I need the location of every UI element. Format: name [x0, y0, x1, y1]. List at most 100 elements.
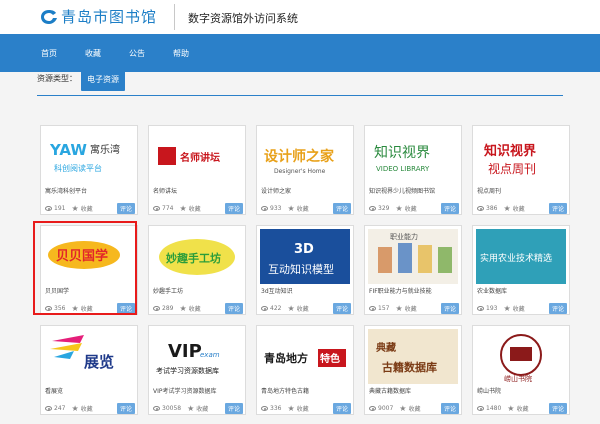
thumb-text: 互动知识模型	[268, 262, 334, 276]
resource-card[interactable]: 青岛地方 特色 青岛地方特色古籍 336 ★ 收藏 评论	[256, 325, 354, 415]
star-icon: ★	[187, 403, 195, 413]
favorite-button[interactable]: ★ 收藏	[507, 404, 528, 413]
thumb-text: 名师讲坛	[180, 151, 220, 164]
resource-card[interactable]: 实用农业技术精选 农业数据库 193 ★ 收藏 评论	[472, 225, 570, 315]
resource-card[interactable]: 知识视界 VIDEO LIBRARY 知识视界少儿视频图书馆 329 ★ 收藏 评…	[364, 125, 462, 215]
review-button[interactable]: 评论	[548, 303, 567, 314]
resource-name[interactable]: 看展览	[45, 386, 63, 395]
favorite-button[interactable]: ★ 收藏	[71, 404, 92, 413]
resource-card[interactable]: 职业能力 FIF职业能力与就业技能 157 ★ 收藏 评论	[364, 225, 462, 315]
review-button[interactable]: 评论	[440, 403, 459, 414]
thumb-text: 科创阅读平台	[54, 163, 102, 173]
review-button[interactable]: 评论	[116, 403, 135, 414]
resource-card[interactable]: VIP exam 考试学习资源数据库 VIP考试学习资源数据库 30058 ★ 收…	[148, 325, 246, 415]
resource-card[interactable]: 3D 互动知识模型 3d互动知识 422 ★ 收藏 评论	[256, 225, 354, 315]
favorite-button[interactable]: ★ 收藏	[187, 404, 208, 413]
eye-icon	[369, 206, 376, 211]
resource-thumbnail: 实用农业技术精选	[476, 229, 566, 284]
thumb-text: 崂山书院	[504, 374, 532, 383]
favorite-button[interactable]: ★ 收藏	[179, 204, 200, 213]
eye-icon	[153, 406, 160, 411]
library-logo[interactable]: 青岛市图书馆	[40, 6, 157, 27]
review-button[interactable]: 评论	[440, 203, 459, 214]
review-button[interactable]: 评论	[548, 203, 567, 214]
star-icon: ★	[395, 303, 403, 313]
main-nav: 首页 收藏 公告 帮助	[0, 34, 600, 72]
resource-type-filter: 资源类型： 电子资源	[37, 70, 125, 91]
favorite-label: 收藏	[404, 206, 417, 213]
resource-card[interactable]: 设计师之家 Designer's Home 设计师之家 933 ★ 收藏 评论	[256, 125, 354, 215]
resource-name[interactable]: 青岛地方特色古籍	[261, 386, 309, 395]
resource-stats: 193 ★ 收藏 评论	[477, 303, 567, 314]
view-count: 9007	[378, 405, 394, 412]
star-icon: ★	[507, 403, 515, 413]
favorite-label: 收藏	[296, 206, 309, 213]
resource-name[interactable]: FIF职业能力与就业技能	[369, 286, 432, 295]
resource-card[interactable]: 崂山书院 崂山书院 1480 ★ 收藏 评论	[472, 325, 570, 415]
resource-name[interactable]: 典藏古籍数据库	[369, 386, 411, 395]
resource-stats: 774 ★ 收藏 评论	[153, 203, 243, 214]
resource-name[interactable]: VIP考试学习资源数据库	[153, 386, 217, 395]
review-button[interactable]: 评论	[548, 403, 567, 414]
favorite-button[interactable]: ★ 收藏	[287, 404, 308, 413]
view-count: 289	[162, 305, 174, 312]
review-button[interactable]: 评论	[116, 203, 135, 214]
favorite-button[interactable]: ★ 收藏	[395, 204, 416, 213]
favorite-button[interactable]: ★ 收藏	[179, 304, 200, 313]
view-count: 1480	[486, 405, 502, 412]
view-count: 30058	[162, 405, 182, 412]
favorite-label: 收藏	[188, 306, 201, 313]
star-icon: ★	[503, 303, 511, 313]
nav-favorites[interactable]: 收藏	[85, 48, 101, 59]
filter-electronic-resources[interactable]: 电子资源	[81, 70, 125, 91]
nav-home[interactable]: 首页	[41, 48, 57, 59]
resource-thumbnail: 设计师之家 Designer's Home	[260, 129, 350, 184]
filter-label: 资源类型：	[37, 74, 77, 83]
resource-name[interactable]: 崂山书院	[477, 386, 501, 395]
resource-name[interactable]: 知识视界少儿视频图书馆	[369, 186, 435, 195]
favorite-button[interactable]: ★ 收藏	[399, 404, 420, 413]
resource-stats: 933 ★ 收藏 评论	[261, 203, 351, 214]
review-button[interactable]: 评论	[224, 203, 243, 214]
resource-card[interactable]: 妙趣手工坊 妙趣手工坊 289 ★ 收藏 评论	[148, 225, 246, 315]
resource-card[interactable]: YAW 寓乐湾 科创阅读平台 寓乐湾科创平台 191 ★ 收藏 评论	[40, 125, 138, 215]
resource-name[interactable]: 名师讲坛	[153, 186, 177, 195]
resource-name[interactable]: 寓乐湾科创平台	[45, 186, 87, 195]
nav-help[interactable]: 帮助	[173, 48, 189, 59]
resource-card[interactable]: 典藏 古籍数据库 典藏古籍数据库 9007 ★ 收藏 评论	[364, 325, 462, 415]
review-button[interactable]: 评论	[440, 303, 459, 314]
resource-name[interactable]: 视点周刊	[477, 186, 501, 195]
thumb-text: 知识视界	[484, 143, 536, 159]
eye-icon	[261, 206, 268, 211]
resource-name[interactable]: 农业数据库	[477, 286, 507, 295]
star-icon: ★	[287, 403, 295, 413]
favorite-button[interactable]: ★ 收藏	[71, 204, 92, 213]
favorite-button[interactable]: ★ 收藏	[503, 204, 524, 213]
review-button[interactable]: 评论	[332, 203, 351, 214]
favorite-label: 收藏	[80, 406, 93, 413]
eye-icon	[153, 306, 160, 311]
resource-name[interactable]: 设计师之家	[261, 186, 291, 195]
nav-announcements[interactable]: 公告	[129, 48, 145, 59]
favorite-button[interactable]: ★ 收藏	[395, 304, 416, 313]
favorite-label: 收藏	[516, 406, 529, 413]
review-button[interactable]: 评论	[224, 303, 243, 314]
eye-icon	[153, 206, 160, 211]
star-icon: ★	[399, 403, 407, 413]
review-button[interactable]: 评论	[332, 403, 351, 414]
resource-card[interactable]: 知识视界 视点周刊 视点周刊 386 ★ 收藏 评论	[472, 125, 570, 215]
resource-card[interactable]: 名师讲坛 名师讲坛 774 ★ 收藏 评论	[148, 125, 246, 215]
review-button[interactable]: 评论	[332, 303, 351, 314]
favorite-label: 收藏	[512, 206, 525, 213]
favorite-button[interactable]: ★ 收藏	[287, 304, 308, 313]
view-count: 191	[54, 205, 66, 212]
resource-name[interactable]: 3d互动知识	[261, 286, 293, 295]
resource-name[interactable]: 妙趣手工坊	[153, 286, 183, 295]
favorite-button[interactable]: ★ 收藏	[503, 304, 524, 313]
favorite-button[interactable]: ★ 收藏	[287, 204, 308, 213]
review-button[interactable]: 评论	[224, 403, 243, 414]
thumb-text: Designer's Home	[274, 168, 326, 175]
resource-card[interactable]: 展览 看展览 247 ★ 收藏 评论	[40, 325, 138, 415]
thumb-text: 考试学习资源数据库	[156, 366, 219, 375]
view-count: 422	[270, 305, 282, 312]
